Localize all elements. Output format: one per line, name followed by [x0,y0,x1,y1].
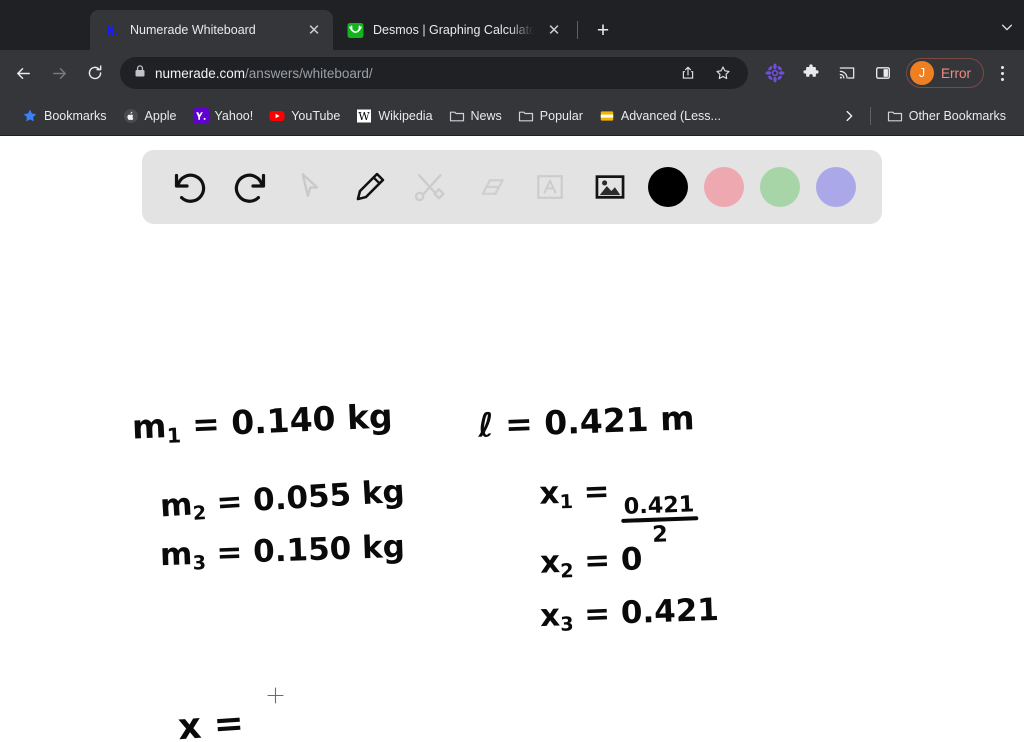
bookmark-item-other-bookmarks[interactable]: Other Bookmarks [879,104,1014,128]
yahoo-icon [192,107,209,124]
text-tool[interactable] [528,165,572,209]
folder-icon [518,108,534,124]
handwriting-x3: x3 = 0.421 [539,591,720,636]
handwriting-m2: m2 = 0.055 kg [159,473,406,525]
side-panel-icon[interactable] [866,56,900,90]
bookmark-label: Apple [144,108,177,123]
folder-icon [887,108,903,124]
browser-tab-numerade[interactable]: Numerade Whiteboard ✕ [90,10,333,50]
tab-separator [577,21,578,39]
bookmark-label: Wikipedia [378,108,433,123]
handwriting-m3: m3 = 0.150 kg [159,528,406,575]
bookmark-label: Other Bookmarks [908,108,1006,123]
whiteboard-toolbar [142,150,882,224]
bookmark-item-popular[interactable]: Popular [510,104,591,128]
three-dot-menu-icon[interactable] [988,58,1016,88]
bookmark-item-wikipedia[interactable]: W Wikipedia [348,104,440,128]
reload-icon[interactable] [78,56,112,90]
bookmark-label: Bookmarks [44,108,107,123]
share-icon[interactable] [675,60,701,86]
color-black[interactable] [648,167,688,207]
chevron-down-icon[interactable] [990,7,1024,47]
youtube-icon [269,108,285,124]
bookmark-item-bookmarks[interactable]: Bookmarks [14,104,115,128]
profile-status-label: Error [941,65,971,81]
back-arrow-icon[interactable] [6,56,40,90]
handwriting-x2: x2 = 0 [539,541,644,583]
select-cursor-tool[interactable] [288,165,332,209]
cast-icon[interactable] [830,56,864,90]
whiteboard-canvas[interactable]: m1 = 0.140 kg m2 = 0.055 kg m3 = 0.150 k… [0,136,1024,742]
lock-icon [134,64,146,83]
menu-dot [1000,77,1004,81]
folder-icon [449,108,465,124]
numerade-icon [104,22,121,39]
desmos-icon [347,22,364,39]
apple-icon [123,108,139,124]
undo-tool[interactable] [168,165,212,209]
puzzle-extensions-icon[interactable] [794,56,828,90]
menu-dot [1000,71,1004,75]
fraction: 0.421 2 [620,491,698,548]
svg-text:W: W [359,110,371,123]
bookmark-label: Popular [539,108,583,123]
tab-title: Numerade Whiteboard [130,23,256,37]
browser-tab-desmos[interactable]: Desmos | Graphing Calculato ✕ [333,10,573,50]
star-bookmark-icon [22,108,38,124]
handwriting-x-result: x = [176,702,246,742]
bookmark-item-news[interactable]: News [441,104,510,128]
bookmark-label: YouTube [291,108,341,123]
yellow-folder-icon [599,108,615,124]
tab-strip: Numerade Whiteboard ✕ Desmos | Graphing … [0,0,1024,50]
handwriting-length: ℓ = 0.421 m [477,398,696,445]
bookmarks-bar: Bookmarks Apple Yahoo! YouTube W Wikiped… [0,96,1024,136]
color-green[interactable] [760,167,800,207]
eraser-tool[interactable] [468,165,512,209]
browser-chrome: Numerade Whiteboard ✕ Desmos | Graphing … [0,0,1024,136]
bookmark-item-youtube[interactable]: YouTube [261,104,348,128]
color-pink[interactable] [704,167,744,207]
avatar: J [910,61,934,85]
shapes-tool[interactable] [408,165,452,209]
star-icon[interactable] [710,60,736,86]
bookmark-label: Yahoo! [214,108,254,123]
bookmarks-overflow-chevron-icon[interactable] [836,103,862,129]
forward-arrow-icon [42,56,76,90]
navigation-toolbar: numerade.com/answers/whiteboard/ J Error [0,50,1024,96]
address-bar[interactable]: numerade.com/answers/whiteboard/ [120,57,748,89]
flower-extension-icon[interactable] [758,56,792,90]
url-host: numerade.com [155,65,246,81]
tab-title: Desmos | Graphing Calculato [373,23,534,37]
bookmark-item-yahoo[interactable]: Yahoo! [185,104,262,128]
bookmark-item-advanced[interactable]: Advanced (Less... [591,104,729,128]
close-icon[interactable]: ✕ [543,19,565,41]
color-purple[interactable] [816,167,856,207]
crosshair-cursor-icon [267,687,284,704]
new-tab-button[interactable]: + [588,15,618,45]
bookmark-label: Advanced (Less... [620,108,721,123]
handwriting-m1: m1 = 0.140 kg [131,396,394,448]
bookmarks-divider [869,106,871,125]
image-tool[interactable] [588,165,632,209]
url-path: /answers/whiteboard/ [245,65,373,81]
pencil-tool[interactable] [348,165,392,209]
wikipedia-icon: W [356,108,372,124]
handwriting-x1: x1 = 0.421 2 [539,473,699,550]
bookmark-label: News [470,108,502,123]
url-text: numerade.com/answers/whiteboard/ [155,66,666,81]
menu-dot [1000,65,1004,69]
bookmark-item-apple[interactable]: Apple [115,104,185,128]
redo-tool[interactable] [228,165,272,209]
close-icon[interactable]: ✕ [303,19,325,41]
profile-error-button[interactable]: J Error [906,58,984,88]
